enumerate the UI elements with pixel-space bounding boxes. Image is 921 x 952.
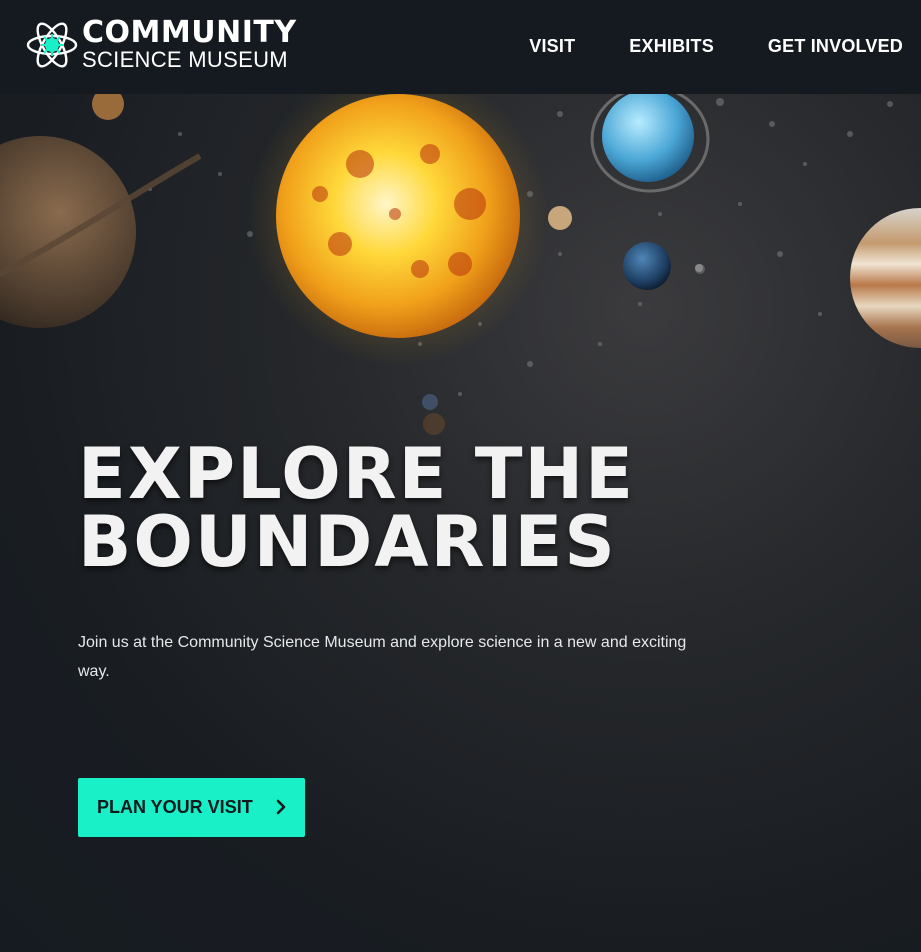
logo-line-science-museum: SCIENCE MUSEUM: [82, 47, 288, 72]
atom-icon: [26, 22, 78, 68]
hero-intro-text: Join us at the Community Science Museum …: [78, 634, 687, 680]
site-logo[interactable]: COMMUNITY SCIENCE MUSEUM: [26, 17, 297, 73]
headline-line-2: BOUNDARIES: [78, 501, 617, 583]
nav-exhibits[interactable]: EXHIBITS: [629, 36, 714, 57]
page: COMMUNITY SCIENCE MUSEUM VISIT EXHIBITS …: [0, 0, 921, 952]
cta-label: PLAN YOUR VISIT: [97, 797, 253, 817]
chevron-right-icon: [276, 799, 286, 815]
hero-section: EXPLORE THE BOUNDARIES Join us at the Co…: [0, 94, 921, 952]
logo-line-community: COMMUNITY: [82, 15, 297, 50]
site-header: COMMUNITY SCIENCE MUSEUM VISIT EXHIBITS …: [0, 0, 921, 94]
main-nav: VISIT EXHIBITS GET INVOLVED: [475, 36, 903, 57]
logo-wordmark: COMMUNITY SCIENCE MUSEUM: [82, 18, 297, 72]
plan-your-visit-button[interactable]: PLAN YOUR VISIT: [78, 778, 305, 837]
headline-line-1: EXPLORE THE: [78, 433, 635, 515]
nav-visit[interactable]: VISIT: [529, 36, 575, 57]
nav-get-involved[interactable]: GET INVOLVED: [768, 36, 903, 57]
hero-headline: EXPLORE THE BOUNDARIES: [78, 433, 635, 583]
